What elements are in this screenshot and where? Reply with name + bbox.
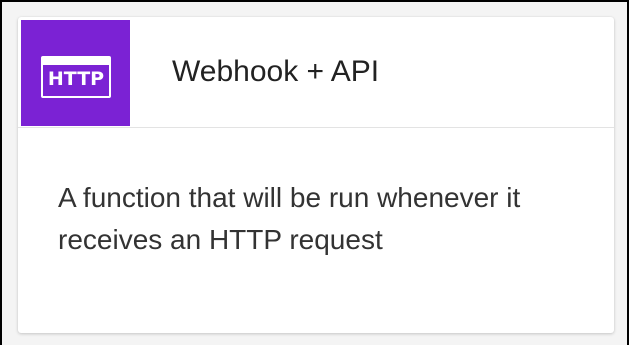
screenshot-frame: HTTP Webhook + API A function that will … [0, 0, 629, 345]
card-title: Webhook + API [172, 55, 380, 88]
http-icon-label: HTTP [47, 68, 105, 90]
http-icon: HTTP [41, 56, 111, 98]
icon-tile: HTTP [21, 20, 130, 126]
window-bar [43, 58, 109, 65]
card-description: A function that will be run whenever it … [58, 182, 521, 255]
trigger-card-webhook-api[interactable]: HTTP Webhook + API A function that will … [18, 17, 614, 333]
card-header: HTTP Webhook + API [18, 17, 614, 128]
